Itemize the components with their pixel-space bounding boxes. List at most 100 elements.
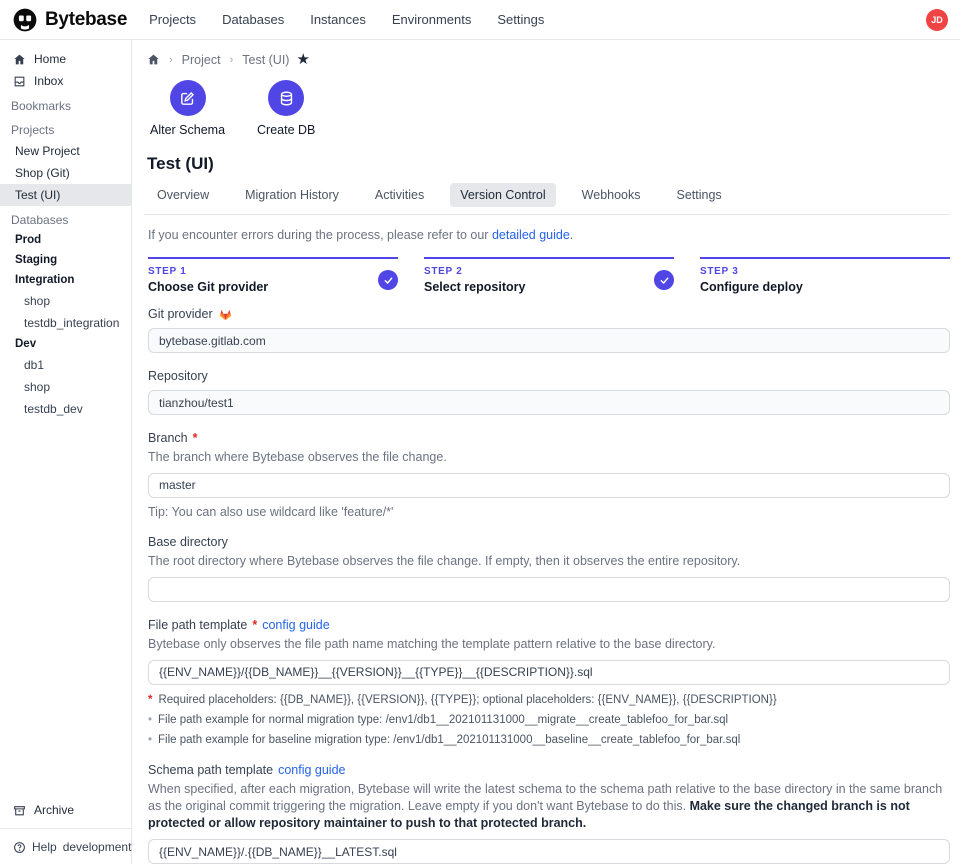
step-label: STEP 1 — [148, 266, 398, 277]
git-provider-group: Git provider — [148, 307, 950, 353]
tab-migration-history[interactable]: Migration History — [235, 183, 349, 207]
wizard-steps: STEP 1 Choose Git provider STEP 2 Select… — [148, 257, 950, 294]
step-3-configure-deploy: STEP 3 Configure deploy — [700, 257, 950, 294]
notice-suffix: . — [570, 228, 573, 242]
sidebar-db-shop-dev[interactable]: shop — [0, 376, 131, 398]
sidebar-section-projects: Projects — [0, 116, 131, 140]
step-complete-check-icon — [378, 270, 398, 290]
note-normal-migration-example: • File path example for normal migration… — [148, 713, 950, 728]
breadcrumb-home-icon[interactable] — [147, 53, 160, 66]
sidebar-item-label: Archive — [34, 803, 74, 817]
user-avatar[interactable]: JD — [926, 9, 948, 31]
tab-version-control[interactable]: Version Control — [450, 183, 555, 207]
quick-action-label: Create DB — [257, 123, 315, 137]
base-directory-group: Base directory The root directory where … — [148, 535, 950, 602]
brand-name: Bytebase — [45, 9, 127, 31]
schema-path-template-group: Schema path template config guide When s… — [148, 763, 950, 864]
breadcrumb-separator: › — [169, 54, 173, 66]
file-path-template-input[interactable] — [148, 660, 950, 685]
nav-item-instances[interactable]: Instances — [310, 12, 366, 27]
required-asterisk: * — [252, 618, 257, 632]
sidebar-env-prod[interactable]: Prod — [0, 230, 131, 250]
bytebase-brand[interactable]: Bytebase — [12, 7, 127, 33]
note-marker: * — [148, 693, 152, 708]
tab-activities[interactable]: Activities — [365, 183, 434, 207]
git-provider-label: Git provider — [148, 307, 213, 321]
deploy-config-form: Git provider Repository — [148, 307, 950, 864]
base-directory-input[interactable] — [148, 577, 950, 602]
sidebar-env-integration[interactable]: Integration — [0, 270, 131, 290]
help-icon — [13, 841, 26, 854]
top-navbar: Bytebase Projects Databases Instances En… — [0, 0, 960, 40]
inbox-icon — [13, 75, 26, 88]
note-text: File path example for normal migration t… — [158, 713, 728, 728]
version-control-panel: If you encounter errors during the proce… — [144, 215, 950, 864]
note-marker: • — [148, 713, 152, 728]
branch-input[interactable] — [148, 473, 950, 498]
favorite-star-icon[interactable]: ★ — [296, 52, 309, 67]
nav-item-projects[interactable]: Projects — [149, 12, 196, 27]
sidebar-env-staging[interactable]: Staging — [0, 250, 131, 270]
sidebar-db-testdb-integration[interactable]: testdb_integration — [0, 312, 131, 334]
repository-input[interactable] — [148, 390, 950, 415]
home-icon — [13, 53, 26, 66]
quick-actions: Alter Schema Create DB — [150, 80, 950, 137]
sidebar-item-inbox[interactable]: Inbox — [0, 70, 131, 92]
nav-item-environments[interactable]: Environments — [392, 12, 471, 27]
sidebar-item-test-ui[interactable]: Test (UI) — [0, 184, 131, 206]
sidebar-db-testdb-dev[interactable]: testdb_dev — [0, 398, 131, 420]
step-complete-check-icon — [654, 270, 674, 290]
step-title: Configure deploy — [700, 280, 950, 294]
page-title: Test (UI) — [147, 154, 950, 174]
quick-action-label: Alter Schema — [150, 123, 225, 137]
step-2-select-repository: STEP 2 Select repository — [424, 257, 674, 294]
sidebar-item-new-project[interactable]: New Project — [0, 140, 131, 162]
base-directory-description: The root directory where Bytebase observ… — [148, 553, 950, 570]
file-path-config-guide-link[interactable]: config guide — [262, 618, 329, 632]
breadcrumb-project[interactable]: Project — [182, 53, 221, 67]
database-icon — [268, 80, 304, 116]
sidebar-divider — [0, 828, 131, 829]
nav-item-databases[interactable]: Databases — [222, 12, 284, 27]
file-path-template-group: File path template * config guide Byteba… — [148, 618, 950, 748]
create-db-button[interactable]: Create DB — [257, 80, 315, 137]
file-path-description: Bytebase only observes the file path nam… — [148, 636, 950, 653]
sidebar-item-help[interactable]: Help — [32, 840, 57, 854]
note-text: File path example for baseline migration… — [158, 733, 740, 748]
note-baseline-migration-example: • File path example for baseline migrati… — [148, 733, 950, 748]
alter-schema-button[interactable]: Alter Schema — [150, 80, 225, 137]
edit-schema-icon — [170, 80, 206, 116]
sidebar-item-home[interactable]: Home — [0, 48, 131, 70]
sidebar-help-row: Help development — [0, 836, 131, 864]
detailed-guide-link[interactable]: detailed guide — [492, 228, 570, 242]
tab-webhooks[interactable]: Webhooks — [572, 183, 651, 207]
sidebar-env-dev[interactable]: Dev — [0, 334, 131, 354]
nav-item-settings[interactable]: Settings — [497, 12, 544, 27]
base-directory-label: Base directory — [148, 535, 228, 549]
branch-description: The branch where Bytebase observes the f… — [148, 449, 950, 466]
branch-label: Branch — [148, 431, 188, 445]
note-marker: • — [148, 733, 152, 748]
tab-overview[interactable]: Overview — [147, 183, 219, 207]
schema-path-template-input[interactable] — [148, 839, 950, 864]
sidebar-db-shop-integration[interactable]: shop — [0, 290, 131, 312]
schema-path-template-label: Schema path template — [148, 763, 273, 777]
file-path-notes: * Required placeholders: {{DB_NAME}}, {{… — [148, 693, 950, 748]
note-text: Required placeholders: {{DB_NAME}}, {{VE… — [158, 693, 776, 708]
sidebar-db-db1[interactable]: db1 — [0, 354, 131, 376]
sidebar-item-shop-git[interactable]: Shop (Git) — [0, 162, 131, 184]
repository-group: Repository — [148, 369, 950, 415]
schema-path-config-guide-link[interactable]: config guide — [278, 763, 345, 777]
sidebar-item-label: Inbox — [34, 74, 63, 88]
step-title: Select repository — [424, 280, 674, 294]
step-1-choose-git-provider: STEP 1 Choose Git provider — [148, 257, 398, 294]
notice-text: If you encounter errors during the proce… — [148, 228, 492, 242]
sidebar-item-label: Home — [34, 52, 66, 66]
left-sidebar: Home Inbox Bookmarks Projects New Projec… — [0, 40, 132, 864]
breadcrumb-separator: › — [230, 54, 234, 66]
sidebar-item-archive[interactable]: Archive — [0, 799, 131, 821]
sidebar-section-databases: Databases — [0, 206, 131, 230]
error-notice: If you encounter errors during the proce… — [148, 228, 950, 242]
git-provider-input[interactable] — [148, 328, 950, 353]
tab-settings[interactable]: Settings — [667, 183, 732, 207]
